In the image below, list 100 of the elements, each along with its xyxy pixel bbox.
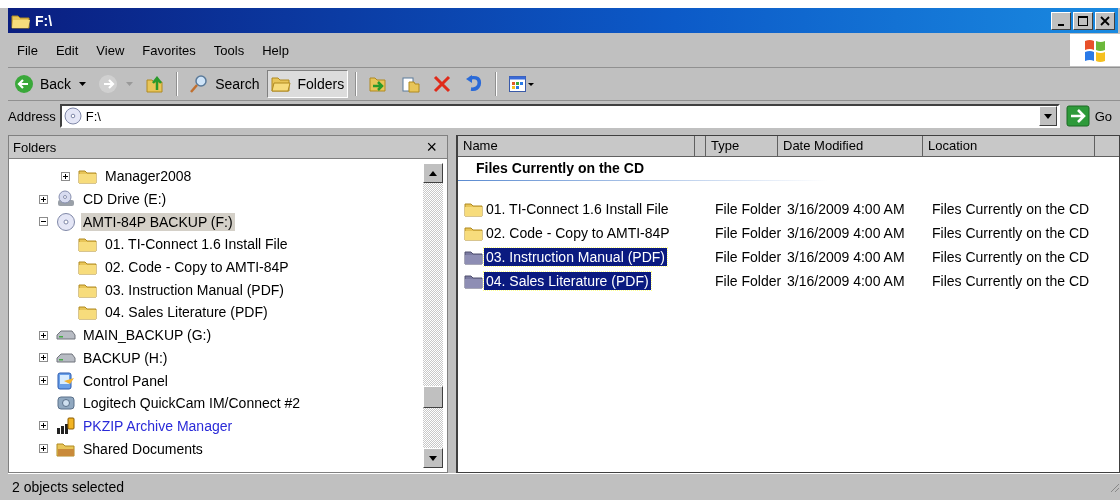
dropdown-arrow-icon[interactable] [79, 82, 87, 86]
tree-item[interactable]: AMTI-84P BACKUP (F:) [81, 212, 235, 231]
expand-icon[interactable] [61, 171, 70, 181]
disc-icon [63, 107, 82, 125]
folder-icon [78, 236, 98, 253]
column-header[interactable]: Date Modified [778, 136, 923, 157]
views-icon [508, 74, 537, 94]
expand-icon[interactable] [39, 376, 48, 386]
hard-drive-icon [56, 351, 76, 364]
menu-item[interactable]: Edit [46, 42, 88, 58]
go-button[interactable]: Go [1063, 105, 1120, 127]
file-name[interactable]: 02. Code - Copy to AMTI-84P [484, 224, 672, 242]
tree-item[interactable]: 03. Instruction Manual (PDF) [103, 280, 286, 299]
folder-icon [464, 225, 484, 241]
expand-icon[interactable] [39, 330, 48, 340]
tree-item[interactable]: Logitech QuickCam IM/Connect #2 [81, 394, 303, 413]
table-cell-text: 3/16/2009 4:00 AM [786, 225, 906, 241]
archive-icon [56, 416, 76, 435]
caret-icon [1043, 113, 1052, 119]
webcam-icon [56, 395, 76, 412]
column-header[interactable] [695, 136, 706, 157]
menu-item[interactable]: Help [253, 42, 298, 58]
scrollbar[interactable] [423, 163, 443, 468]
folder-icon [78, 281, 98, 298]
file-name[interactable]: 04. Sales Literature (PDF) [484, 272, 651, 290]
table-cell-text: File Folder [714, 249, 781, 265]
folder-icon [271, 75, 292, 93]
expand-icon[interactable] [39, 353, 48, 363]
tree-item[interactable]: 01. TI-Connect 1.6 Install File [103, 235, 290, 254]
column-header[interactable]: Name [458, 136, 695, 157]
folder-up-icon [145, 74, 166, 94]
address-field[interactable]: F:\ [59, 104, 1060, 128]
window-title: F:\ [35, 12, 53, 29]
copy-icon [400, 74, 421, 94]
tree-item[interactable]: 04. Sales Literature (PDF) [103, 303, 270, 322]
cd-drive-icon [56, 190, 76, 209]
table-cell-text: File Folder [714, 225, 781, 241]
folder-icon [78, 168, 98, 185]
folders-button[interactable]: Folders [267, 70, 349, 98]
expand-icon[interactable] [39, 421, 48, 431]
column-header[interactable]: Location [923, 136, 1095, 157]
tree-item[interactable]: 02. Code - Copy to AMTI-84P [103, 258, 291, 277]
table-cell-text: Files Currently on the CD [931, 225, 1091, 241]
close-button[interactable]: × [420, 138, 443, 156]
folder-icon [78, 259, 98, 276]
tree-item[interactable]: BACKUP (H:) [81, 348, 170, 367]
table-cell-text: File Folder [714, 273, 781, 289]
tree-item[interactable]: CD Drive (E:) [81, 190, 169, 209]
minimize-icon [1058, 23, 1064, 26]
folder-icon [78, 304, 98, 321]
table-cell-text: File Folder [714, 201, 781, 217]
table-cell-text: 3/16/2009 4:00 AM [786, 249, 906, 265]
file-name[interactable]: 03. Instruction Manual (PDF) [484, 248, 667, 266]
hard-drive-icon [56, 329, 76, 342]
expand-icon[interactable] [39, 444, 48, 454]
pane-title: Folders [13, 139, 58, 155]
tree-item[interactable]: Shared Documents [81, 439, 205, 458]
close-button[interactable] [1095, 11, 1115, 30]
shared-folder-icon [56, 440, 76, 457]
collapse-icon[interactable] [39, 217, 48, 227]
status-text: 2 objects selected [12, 479, 126, 495]
tree-item[interactable]: Manager2008 [103, 167, 194, 186]
back-button[interactable]: Back [10, 70, 76, 98]
close-icon [1100, 15, 1110, 26]
column-header[interactable]: Type [706, 136, 778, 157]
folder-icon [11, 12, 31, 29]
windows-flag-icon [1082, 37, 1108, 63]
group-heading: Files Currently on the CD [476, 160, 645, 176]
address-label: Address [8, 108, 56, 124]
menu-item[interactable]: Favorites [133, 42, 205, 58]
resize-grip-icon[interactable] [1108, 481, 1120, 493]
menu-item[interactable]: View [87, 42, 134, 58]
table-cell-text: Files Currently on the CD [931, 273, 1091, 289]
expand-icon[interactable] [39, 194, 48, 204]
folder-arrow-icon [368, 74, 389, 94]
search-icon [189, 74, 210, 94]
tree-item[interactable]: MAIN_BACKUP (G:) [81, 326, 214, 345]
search-button[interactable]: Search [185, 70, 264, 98]
folder-icon [464, 201, 484, 217]
scroll-thumb[interactable] [423, 386, 443, 408]
delete-icon [432, 74, 453, 94]
tree-item[interactable]: Control Panel [81, 371, 170, 390]
menu-item[interactable]: Tools [204, 42, 254, 58]
disc-icon [56, 211, 76, 232]
table-cell-text: Files Currently on the CD [931, 249, 1091, 265]
table-cell-text: 3/16/2009 4:00 AM [786, 201, 906, 217]
maximize-button[interactable] [1073, 11, 1093, 30]
folder-icon [464, 273, 484, 289]
dropdown-button[interactable] [1038, 106, 1057, 126]
table-cell-text: 3/16/2009 4:00 AM [786, 273, 906, 289]
control-panel-icon [56, 371, 76, 390]
minimize-button[interactable] [1051, 11, 1071, 30]
scroll-down-icon[interactable] [429, 455, 437, 461]
scroll-up-icon[interactable] [429, 170, 437, 176]
file-name[interactable]: 01. TI-Connect 1.6 Install File [484, 200, 671, 218]
table-cell-text: Files Currently on the CD [931, 201, 1091, 217]
maximize-icon [1078, 15, 1088, 26]
folder-icon [464, 249, 484, 265]
menu-item[interactable]: File [8, 42, 47, 58]
tree-item[interactable]: PKZIP Archive Manager [81, 416, 235, 435]
